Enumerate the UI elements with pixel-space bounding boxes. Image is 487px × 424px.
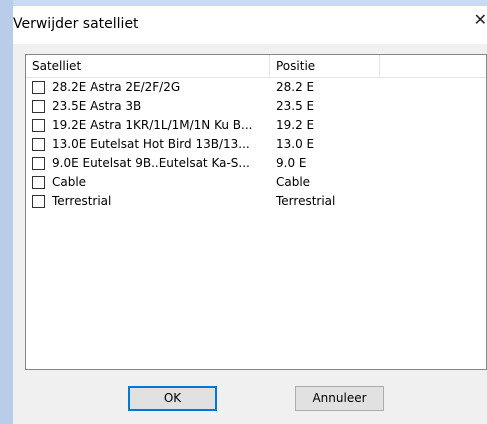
- satellite-name: 9.0E Eutelsat 9B..Eutelsat Ka-S...: [52, 156, 250, 170]
- cancel-button[interactable]: Annuleer: [295, 386, 384, 411]
- satellite-position: 13.0 E: [276, 137, 315, 151]
- checkbox[interactable]: [32, 195, 45, 208]
- list-item[interactable]: 13.0E Eutelsat Hot Bird 13B/13... 13.0 E: [26, 135, 486, 154]
- title-bar: Verwijder satelliet ✕: [13, 6, 487, 44]
- satellite-name: 13.0E Eutelsat Hot Bird 13B/13...: [52, 137, 250, 151]
- satellite-name: 28.2E Astra 2E/2F/2G: [52, 80, 181, 94]
- list-item[interactable]: Terrestrial Terrestrial: [26, 192, 486, 211]
- ok-button[interactable]: OK: [128, 386, 217, 411]
- satellite-name: 19.2E Astra 1KR/1L/1M/1N Ku B...: [52, 118, 253, 132]
- column-header-satellite[interactable]: Satelliet: [26, 55, 270, 77]
- list-item[interactable]: 23.5E Astra 3B 23.5 E: [26, 97, 486, 116]
- satellite-position: 9.0 E: [276, 156, 307, 170]
- checkbox[interactable]: [32, 176, 45, 189]
- list-rows: 28.2E Astra 2E/2F/2G 28.2 E 23.5E Astra …: [26, 78, 486, 211]
- checkbox[interactable]: [32, 157, 45, 170]
- satellite-position: 28.2 E: [276, 80, 315, 94]
- remove-satellite-dialog: Verwijder satelliet ✕ Satelliet Positie …: [13, 6, 487, 424]
- satellite-name: Terrestrial: [52, 194, 112, 208]
- satellite-position: 23.5 E: [276, 99, 315, 113]
- satellite-list[interactable]: Satelliet Positie 28.2E Astra 2E/2F/2G 2…: [25, 54, 487, 370]
- satellite-name: Cable: [52, 175, 87, 189]
- satellite-position: Cable: [276, 175, 311, 189]
- checkbox[interactable]: [32, 138, 45, 151]
- background-left: [0, 0, 13, 424]
- column-header-position[interactable]: Positie: [270, 55, 380, 77]
- satellite-position: 19.2 E: [276, 118, 315, 132]
- list-item[interactable]: 19.2E Astra 1KR/1L/1M/1N Ku B... 19.2 E: [26, 116, 486, 135]
- list-item[interactable]: 28.2E Astra 2E/2F/2G 28.2 E: [26, 78, 486, 97]
- list-item[interactable]: 9.0E Eutelsat 9B..Eutelsat Ka-S... 9.0 E: [26, 154, 486, 173]
- list-item[interactable]: Cable Cable: [26, 173, 486, 192]
- checkbox[interactable]: [32, 100, 45, 113]
- satellite-name: 23.5E Astra 3B: [52, 99, 142, 113]
- checkbox[interactable]: [32, 81, 45, 94]
- satellite-position: Terrestrial: [276, 194, 336, 208]
- list-header: Satelliet Positie: [26, 55, 486, 78]
- checkbox[interactable]: [32, 119, 45, 132]
- close-icon[interactable]: ✕: [465, 10, 487, 36]
- dialog-title: Verwijder satelliet: [13, 16, 139, 32]
